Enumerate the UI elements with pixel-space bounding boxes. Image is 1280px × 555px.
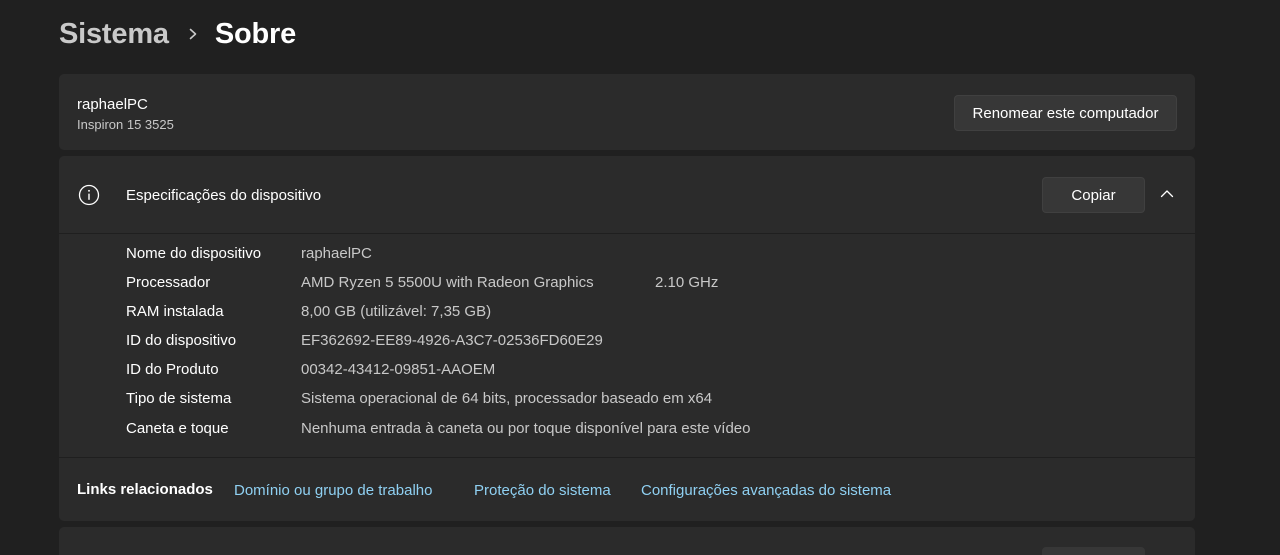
spec-value: Sistema operacional de 64 bits, processa… — [301, 390, 713, 407]
spec-value: 00342-43412-09851-AAOEM — [301, 361, 496, 378]
windows-specs-card — [59, 527, 1195, 555]
spec-value: AMD Ryzen 5 5500U with Radeon Graphics — [301, 274, 594, 291]
spec-label: RAM instalada — [126, 303, 224, 320]
domain-workgroup-link[interactable]: Domínio ou grupo de trabalho — [234, 482, 432, 499]
copy-button[interactable]: Copiar — [1042, 177, 1145, 213]
page-title: Sobre — [214, 17, 297, 50]
processor-speed: 2.10 GHz — [655, 274, 719, 291]
device-specs-card: Especificações do dispositivo Copiar Nom… — [59, 156, 1195, 521]
spec-row-processor: Processador AMD Ryzen 5 5500U with Radeo… — [126, 274, 1026, 296]
spec-label: ID do dispositivo — [126, 332, 237, 349]
spec-label: Caneta e toque — [126, 420, 229, 437]
spec-label: Tipo de sistema — [126, 390, 232, 407]
spec-label: ID do Produto — [126, 361, 219, 378]
device-model: Inspiron 15 3525 — [77, 117, 174, 132]
spec-row-pen-touch: Caneta e toque Nenhuma entrada à caneta … — [126, 420, 750, 442]
device-card: raphaelPC Inspiron 15 3525 Renomear este… — [59, 74, 1195, 150]
device-specs-title: Especificações do dispositivo — [126, 187, 322, 204]
spec-value: EF362692-EE89-4926-A3C7-02536FD60E29 — [301, 332, 603, 349]
spec-row-system-type: Tipo de sistema Sistema operacional de 6… — [126, 390, 712, 412]
spec-value: 8,00 GB (utilizável: 7,35 GB) — [301, 303, 492, 320]
related-links: Links relacionados Domínio ou grupo de t… — [59, 457, 1195, 521]
breadcrumb: Sistema Sobre — [59, 14, 296, 54]
spec-row-device-id: ID do dispositivo EF362692-EE89-4926-A3C… — [126, 332, 603, 354]
spec-value: Nenhuma entrada à caneta ou por toque di… — [301, 420, 751, 437]
spec-label: Nome do dispositivo — [126, 245, 262, 262]
related-links-title: Links relacionados — [77, 481, 213, 498]
breadcrumb-sistema[interactable]: Sistema — [59, 18, 169, 51]
device-specs-header[interactable]: Especificações do dispositivo Copiar — [59, 156, 1195, 234]
spec-label: Processador — [126, 274, 211, 291]
copy-button-partial[interactable] — [1042, 547, 1145, 555]
settings-page: Sistema Sobre raphaelPC Inspiron 15 3525… — [0, 0, 1280, 555]
system-protection-link[interactable]: Proteção do sistema — [474, 482, 611, 499]
spec-row-ram: RAM instalada 8,00 GB (utilizável: 7,35 … — [126, 303, 491, 325]
info-icon — [78, 184, 100, 206]
spec-value: raphaelPC — [301, 245, 372, 262]
chevron-right-icon — [187, 28, 199, 40]
chevron-up-icon[interactable] — [1159, 186, 1175, 202]
advanced-system-settings-link[interactable]: Configurações avançadas do sistema — [641, 482, 891, 499]
device-name: raphaelPC — [77, 96, 148, 113]
spec-row-product-id: ID do Produto 00342-43412-09851-AAOEM — [126, 361, 495, 383]
spec-row-device-name: Nome do dispositivo raphaelPC — [126, 245, 372, 267]
rename-computer-button[interactable]: Renomear este computador — [954, 95, 1177, 131]
